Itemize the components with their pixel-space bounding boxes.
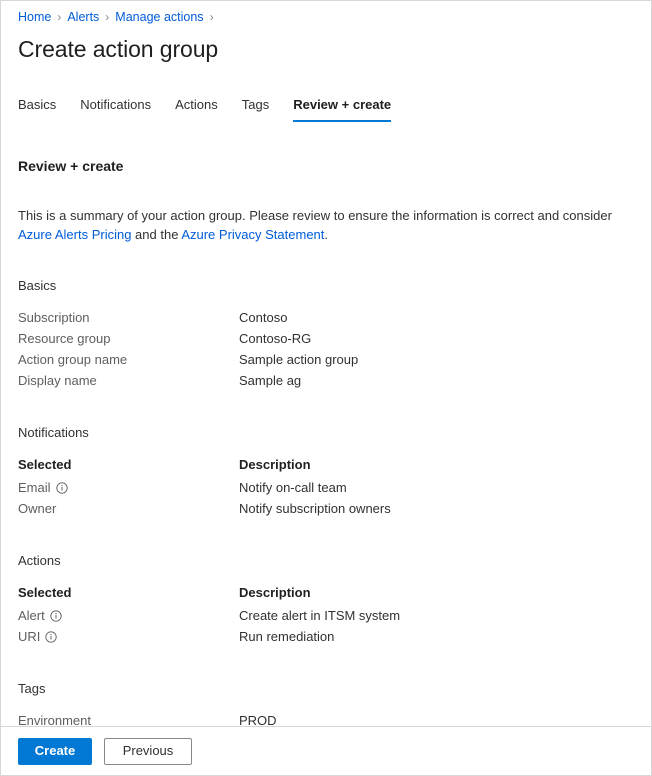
summary-row: Action group name Sample action group: [18, 349, 634, 370]
summary-section-basics: Basics Subscription Contoso Resource group C…: [18, 277, 634, 391]
table-header-row: SelectedDescription: [18, 582, 634, 603]
tab-tags[interactable]: Tags: [242, 96, 269, 122]
summary-label-email: Email: [18, 479, 239, 497]
tab-bar: Basics Notifications Actions Tags Review + c…: [18, 93, 634, 122]
summary-description-part3: .: [324, 227, 328, 242]
summary-label-text: Action group name: [18, 351, 127, 369]
table-header-row: SelectedDescription: [18, 454, 634, 475]
section-heading-review-create: Review + create: [18, 156, 634, 176]
breadcrumb-item-alerts[interactable]: Alerts: [67, 9, 99, 25]
summary-label-display-name: Display name: [18, 372, 239, 390]
section-title-basics: Basics: [18, 277, 634, 295]
summary-section-tags: TagsEnvironmentPROD: [18, 680, 634, 731]
page-content: Home › Alerts › Manage actions › Create actio…: [1, 1, 651, 731]
summary-label-subscription: Subscription: [18, 309, 239, 327]
summary-value-action-group-name: Sample action group: [239, 351, 358, 369]
azure-privacy-statement-link[interactable]: Azure Privacy Statement: [181, 227, 324, 242]
summary-description-part1: This is a summary of your action group. …: [18, 208, 612, 223]
summary-value-display-name: Sample ag: [239, 372, 301, 390]
summary-label-text: Display name: [18, 372, 97, 390]
tab-review-create[interactable]: Review + create: [293, 96, 391, 122]
summary-row: Display name Sample ag: [18, 370, 634, 391]
summary-value-resource-group: Contoso-RG: [239, 330, 311, 348]
summary-label-owner: Owner: [18, 500, 239, 518]
summary-section-notifications: Notifications SelectedDescription Email Not…: [18, 424, 634, 519]
summary-label-text: Alert: [18, 607, 45, 625]
tab-basics[interactable]: Basics: [18, 96, 56, 122]
summary-sections: Basics Subscription Contoso Resource group C…: [18, 277, 634, 731]
summary-row: Email Notify on-call team: [18, 477, 634, 498]
summary-value-email: Notify on-call team: [239, 479, 347, 497]
column-header-description: Description: [239, 456, 311, 474]
create-button[interactable]: Create: [18, 738, 92, 765]
summary-row: Resource group Contoso-RG: [18, 328, 634, 349]
info-icon[interactable]: [56, 482, 68, 494]
section-title-actions: Actions: [18, 552, 634, 570]
summary-row: Alert Create alert in ITSM system: [18, 605, 634, 626]
column-header-description: Description: [239, 584, 311, 602]
summary-description-part2: and the: [131, 227, 181, 242]
summary-value-owner: Notify subscription owners: [239, 500, 391, 518]
breadcrumb-separator-icon: ›: [57, 9, 61, 25]
tab-notifications[interactable]: Notifications: [80, 96, 151, 122]
summary-label-text: Owner: [18, 500, 56, 518]
column-header-selected: Selected: [18, 584, 239, 602]
summary-section-actions: Actions SelectedDescription Alert Create al…: [18, 552, 634, 647]
summary-label-text: Subscription: [18, 309, 90, 327]
tab-actions[interactable]: Actions: [175, 96, 218, 122]
summary-label-text: URI: [18, 628, 40, 646]
summary-row: Subscription Contoso: [18, 307, 634, 328]
summary-value-alert: Create alert in ITSM system: [239, 607, 400, 625]
page-title: Create action group: [18, 34, 634, 64]
page-footer: Create Previous: [1, 726, 651, 775]
breadcrumb-item-manage-actions[interactable]: Manage actions: [115, 9, 203, 25]
summary-description: This is a summary of your action group. …: [18, 206, 618, 244]
breadcrumb-separator-icon: ›: [210, 9, 214, 25]
create-action-group-page: Home › Alerts › Manage actions › Create actio…: [0, 0, 652, 776]
summary-label-alert: Alert: [18, 607, 239, 625]
breadcrumb-separator-icon: ›: [105, 9, 109, 25]
info-icon[interactable]: [50, 610, 62, 622]
column-header-selected: Selected: [18, 456, 239, 474]
previous-button[interactable]: Previous: [104, 738, 192, 765]
section-title-tags: Tags: [18, 680, 634, 698]
summary-value-subscription: Contoso: [239, 309, 287, 327]
summary-label-uri: URI: [18, 628, 239, 646]
summary-label-action-group-name: Action group name: [18, 351, 239, 369]
summary-row: Owner Notify subscription owners: [18, 498, 634, 519]
section-title-notifications: Notifications: [18, 424, 634, 442]
summary-row: URI Run remediation: [18, 626, 634, 647]
summary-value-uri: Run remediation: [239, 628, 334, 646]
summary-label-resource-group: Resource group: [18, 330, 239, 348]
summary-label-text: Resource group: [18, 330, 111, 348]
breadcrumb: Home › Alerts › Manage actions ›: [18, 1, 634, 25]
breadcrumb-item-home[interactable]: Home: [18, 9, 51, 25]
info-icon[interactable]: [45, 631, 57, 643]
azure-alerts-pricing-link[interactable]: Azure Alerts Pricing: [18, 227, 131, 242]
summary-label-text: Email: [18, 479, 51, 497]
